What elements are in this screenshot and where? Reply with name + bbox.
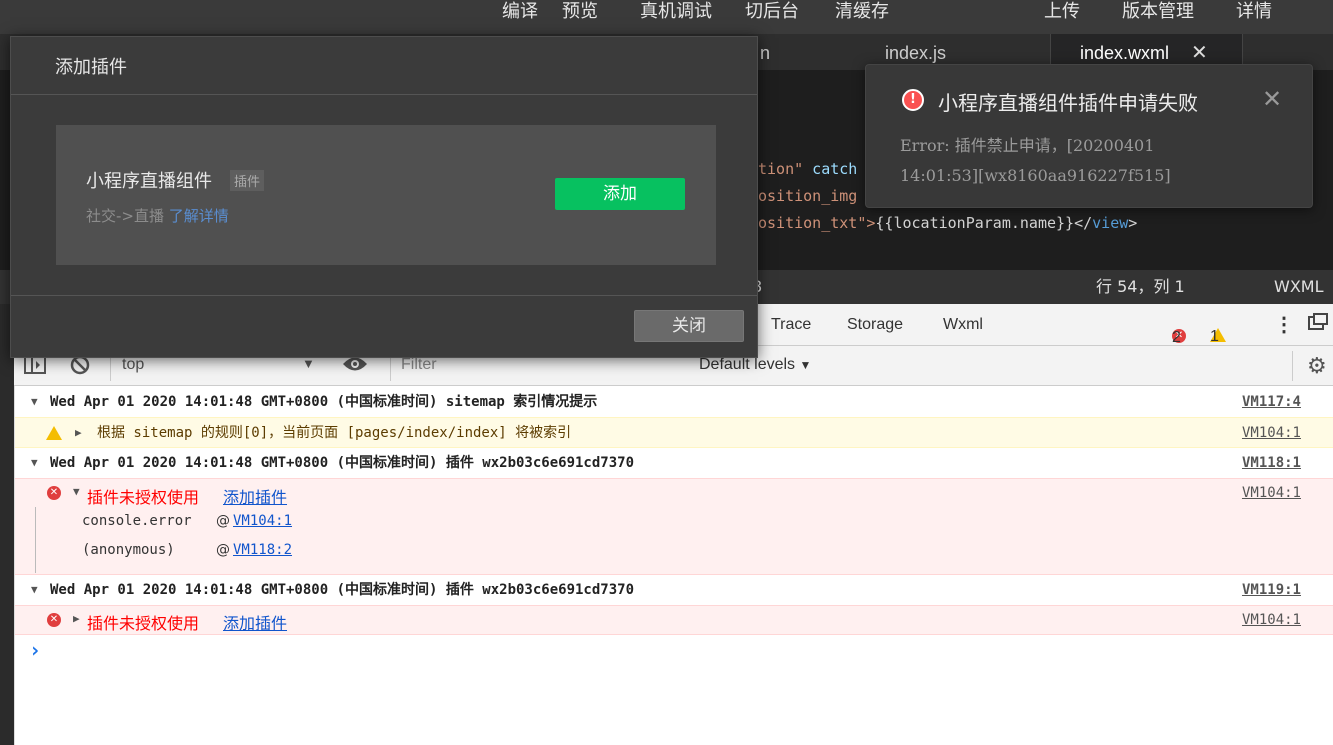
code-punct: </	[1074, 214, 1093, 232]
preview-button[interactable]: 预览	[562, 0, 598, 24]
warning-count: 1	[1210, 328, 1219, 345]
tab-storage[interactable]: Storage	[847, 316, 903, 334]
log-levels-label: Default levels	[699, 356, 796, 373]
code-tag: view	[1092, 214, 1129, 232]
stack-function: console.error	[82, 513, 192, 529]
add-plugin-dialog: 添加插件 小程序直播组件 插件 社交->直播 了解详情 添加 关闭	[10, 36, 758, 358]
group-title: Wed Apr 01 2020 14:01:48 GMT+0800 (中国标准时…	[50, 455, 635, 471]
clear-cache-button[interactable]: 清缓存	[835, 0, 889, 24]
stack-source-link[interactable]: VM104:1	[233, 513, 292, 529]
group-title: Wed Apr 01 2020 14:01:48 GMT+0800 (中国标准时…	[50, 582, 635, 598]
filter-input[interactable]: Filter	[401, 356, 437, 374]
plugin-category: 社交->直播 了解详情	[86, 205, 229, 226]
source-link[interactable]: VM118:1	[1242, 449, 1301, 477]
stack-guide	[35, 507, 36, 573]
console-output: ▼ Wed Apr 01 2020 14:01:48 GMT+0800 (中国标…	[14, 386, 1333, 745]
chevron-down-icon: ▼	[799, 358, 812, 372]
stack-function: (anonymous)	[82, 542, 175, 558]
stack-at: @	[216, 513, 230, 529]
close-dialog-button[interactable]: 关闭	[634, 310, 744, 342]
expand-triangle-icon[interactable]: ▼	[31, 388, 45, 416]
plugin-name: 小程序直播组件	[86, 171, 212, 192]
context-select[interactable]: top	[122, 356, 144, 374]
source-link[interactable]: VM104:1	[1242, 612, 1301, 628]
code-line: osition_img	[758, 187, 857, 205]
add-plugin-link[interactable]: 添加插件	[223, 610, 287, 634]
compile-button[interactable]: 编译	[502, 0, 538, 24]
divider	[11, 295, 757, 296]
chevron-down-icon[interactable]: ▼	[302, 356, 315, 371]
learn-more-link[interactable]: 了解详情	[169, 207, 229, 225]
source-link[interactable]: VM104:1	[1242, 418, 1301, 448]
console-group-header[interactable]: ▼ Wed Apr 01 2020 14:01:48 GMT+0800 (中国标…	[15, 388, 1333, 416]
code-punct: >	[1128, 214, 1138, 232]
divider	[11, 94, 757, 95]
warning-icon	[46, 426, 62, 440]
console-group-header[interactable]: ▼ Wed Apr 01 2020 14:01:48 GMT+0800 (中国标…	[15, 449, 1333, 477]
code-line: tion" catch	[758, 160, 857, 178]
divider	[1292, 351, 1293, 381]
source-link[interactable]: VM104:1	[1242, 485, 1301, 501]
add-plugin-button[interactable]: 添加	[555, 178, 685, 210]
language-mode[interactable]: WXML	[1274, 270, 1324, 304]
code-line: osition_txt">{{locationParam.name}}</vie…	[758, 214, 1137, 232]
eye-icon[interactable]	[342, 355, 368, 378]
error-message: 插件未授权使用	[87, 614, 200, 633]
error-message: 插件未授权使用	[87, 488, 200, 507]
log-levels-select[interactable]: Default levels ▼	[699, 356, 811, 374]
device-debug-button[interactable]: 真机调试	[640, 0, 712, 24]
plugin-category-label: 社交->直播	[86, 207, 164, 225]
error-icon: !	[902, 89, 924, 111]
error-toast: ! 小程序直播组件插件申请失败 ✕ Error: 插件禁止申请，[2020040…	[865, 64, 1313, 208]
code-text: {{locationParam.name}}	[875, 214, 1075, 232]
details-button[interactable]: 详情	[1236, 0, 1272, 24]
code-keyword: catch	[803, 160, 858, 178]
clear-console-icon[interactable]	[70, 355, 90, 380]
expand-triangle-icon[interactable]: ▶	[75, 418, 89, 448]
tab-trace[interactable]: Trace	[771, 316, 811, 334]
source-link[interactable]: VM119:1	[1242, 576, 1301, 604]
stack-at: @	[216, 542, 230, 558]
code-attr: tion"	[758, 160, 804, 178]
console-prompt[interactable]: ›	[15, 638, 1333, 662]
source-link[interactable]: VM117:4	[1242, 388, 1301, 416]
console-group-header[interactable]: ▼ Wed Apr 01 2020 14:01:48 GMT+0800 (中国标…	[15, 576, 1333, 604]
tab-label: index.wxml	[1080, 43, 1170, 63]
error-count: 2	[1172, 329, 1181, 346]
stack-source-link[interactable]: VM118:2	[233, 542, 292, 558]
cursor-position[interactable]: 行 54，列 1	[1096, 270, 1185, 304]
sidebar-toggle-icon[interactable]	[24, 356, 46, 379]
toast-message: Error: 插件禁止申请，[20200401 14:01:53][wx8160…	[900, 136, 1171, 185]
prompt-chevron-icon: ›	[29, 638, 42, 662]
code-attr: osition_txt">	[758, 214, 876, 232]
expand-triangle-icon[interactable]: ▶	[73, 612, 87, 625]
expand-triangle-icon[interactable]: ▼	[31, 449, 45, 477]
expand-triangle-icon[interactable]: ▼	[31, 576, 45, 604]
dialog-title: 添加插件	[55, 57, 127, 78]
undock-icon[interactable]	[1308, 313, 1328, 336]
plugin-tag-badge: 插件	[230, 170, 265, 191]
console-error-row: ✕ ▼ 插件未授权使用 添加插件 VM104:1 console.error @…	[15, 478, 1333, 575]
toast-title: 小程序直播组件插件申请失败	[938, 91, 1198, 115]
close-icon[interactable]: ✕	[1191, 42, 1208, 64]
top-toolbar: 编译 预览 真机调试 切后台 清缓存 上传 版本管理 详情	[0, 0, 1333, 34]
more-options-icon[interactable]: ⋮	[1274, 312, 1294, 337]
background-button[interactable]: 切后台	[745, 0, 799, 24]
console-warning-row: ▶ 根据 sitemap 的规则[0]，当前页面 [pages/index/in…	[15, 417, 1333, 448]
group-title: Wed Apr 01 2020 14:01:48 GMT+0800 (中国标准时…	[50, 394, 598, 410]
error-icon: ✕	[47, 486, 61, 500]
version-management-button[interactable]: 版本管理	[1122, 0, 1194, 24]
console-error-row: ✕ ▶ 插件未授权使用 添加插件 VM104:1	[15, 605, 1333, 635]
tab-wxml[interactable]: Wxml	[943, 316, 983, 334]
add-plugin-link[interactable]: 添加插件	[223, 484, 287, 508]
upload-button[interactable]: 上传	[1044, 0, 1080, 24]
gear-icon[interactable]: ⚙	[1307, 353, 1327, 379]
close-icon[interactable]: ✕	[1262, 85, 1282, 113]
expand-triangle-icon[interactable]: ▼	[73, 485, 87, 498]
code-attr: osition_img	[758, 187, 858, 205]
warning-message: 根据 sitemap 的规则[0]，当前页面 [pages/index/inde…	[97, 425, 572, 441]
plugin-card: 小程序直播组件 插件 社交->直播 了解详情 添加	[56, 125, 716, 265]
error-icon: ✕	[47, 613, 61, 627]
